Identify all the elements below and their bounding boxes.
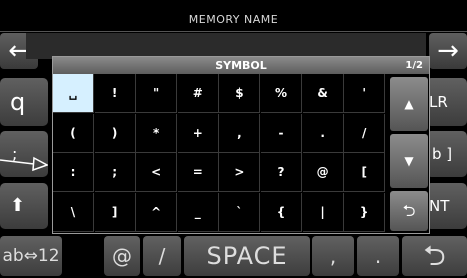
symbol-key[interactable]: $ [219, 74, 261, 113]
symbol-key[interactable]: # [177, 74, 219, 113]
dot-key[interactable]: . [357, 236, 399, 276]
symbol-key[interactable]: > [219, 153, 261, 192]
at-key[interactable]: @ [104, 236, 140, 276]
symbol-key[interactable]: " [136, 74, 178, 113]
symbol-key[interactable]: } [344, 192, 386, 232]
symbol-key[interactable]: ? [261, 153, 302, 192]
shift-key[interactable]: ⬆ [0, 183, 48, 229]
symbol-key[interactable]: { [261, 192, 302, 232]
symbol-key[interactable]: : [53, 153, 94, 192]
slash-key[interactable]: / [143, 236, 181, 276]
symbol-key[interactable]: / [344, 113, 386, 153]
symbol-key[interactable]: * [136, 113, 178, 153]
symbol-key[interactable]: % [261, 74, 302, 113]
symbol-key[interactable]: , [219, 113, 261, 153]
symbol-dialog-title: SYMBOL [53, 57, 429, 74]
key-q[interactable]: q [0, 78, 48, 126]
symbol-dialog: SYMBOL 1/2 ␣! " # $% & ' () * +, -. /:; < = >? @[ \] ^ _ `… [52, 56, 430, 234]
memory-name-screen: MEMORY NAME ← → q ; ⬆ LR b ] NT ab⇔12 @ … [0, 0, 467, 278]
symbol-key[interactable]: + [177, 113, 219, 153]
callout-arrow-icon [0, 156, 48, 172]
symbol-key[interactable]: | [302, 192, 344, 232]
symbol-key[interactable]: [ [344, 153, 386, 192]
key-lr[interactable]: LR [426, 78, 467, 126]
symbol-key[interactable]: ] [94, 192, 136, 232]
screen-title: MEMORY NAME [188, 13, 279, 26]
back-icon[interactable]: ⮌ [390, 191, 428, 231]
symbol-key[interactable]: . [302, 113, 344, 153]
symbol-grid: ␣! " # $% & ' () * +, -. /:; < = >? @[ \] ^ _ `{|} [53, 74, 386, 233]
symbol-key[interactable]: = [177, 153, 219, 192]
symbol-key[interactable]: ! [94, 74, 136, 113]
comma-key[interactable]: , [312, 236, 354, 276]
bottom-key-row: ab⇔12 @ / SPACE , . ⮌ [0, 236, 467, 278]
key-nt[interactable]: NT [426, 183, 467, 229]
enter-icon[interactable]: ⮌ [402, 236, 467, 276]
symbol-key[interactable]: ` [219, 192, 261, 232]
symbol-key[interactable]: ^ [136, 192, 178, 232]
key-b-bracket[interactable]: b ] [426, 131, 467, 177]
symbol-key[interactable]: - [261, 113, 302, 153]
page-indicator: 1/2 [405, 60, 423, 71]
symbol-key[interactable]: @ [302, 153, 344, 192]
symbol-key[interactable]: ' [344, 74, 386, 113]
symbol-key[interactable]: ␣ [53, 74, 94, 113]
page-down-icon[interactable]: ▼ [390, 134, 428, 188]
symbol-key[interactable]: ; [94, 153, 136, 192]
symbol-key[interactable]: ) [94, 113, 136, 153]
symbol-key[interactable]: & [302, 74, 344, 113]
symbol-key[interactable]: ( [53, 113, 94, 153]
page-up-icon[interactable]: ▲ [390, 77, 428, 131]
symbol-key[interactable]: _ [177, 192, 219, 232]
input-mode-button[interactable]: ab⇔12 [0, 236, 62, 276]
title-divider [0, 31, 467, 32]
cursor-right-button[interactable]: → [429, 33, 467, 69]
symbol-key[interactable]: \ [53, 192, 94, 232]
space-key[interactable]: SPACE [184, 236, 310, 276]
symbol-key[interactable]: < [136, 153, 178, 192]
